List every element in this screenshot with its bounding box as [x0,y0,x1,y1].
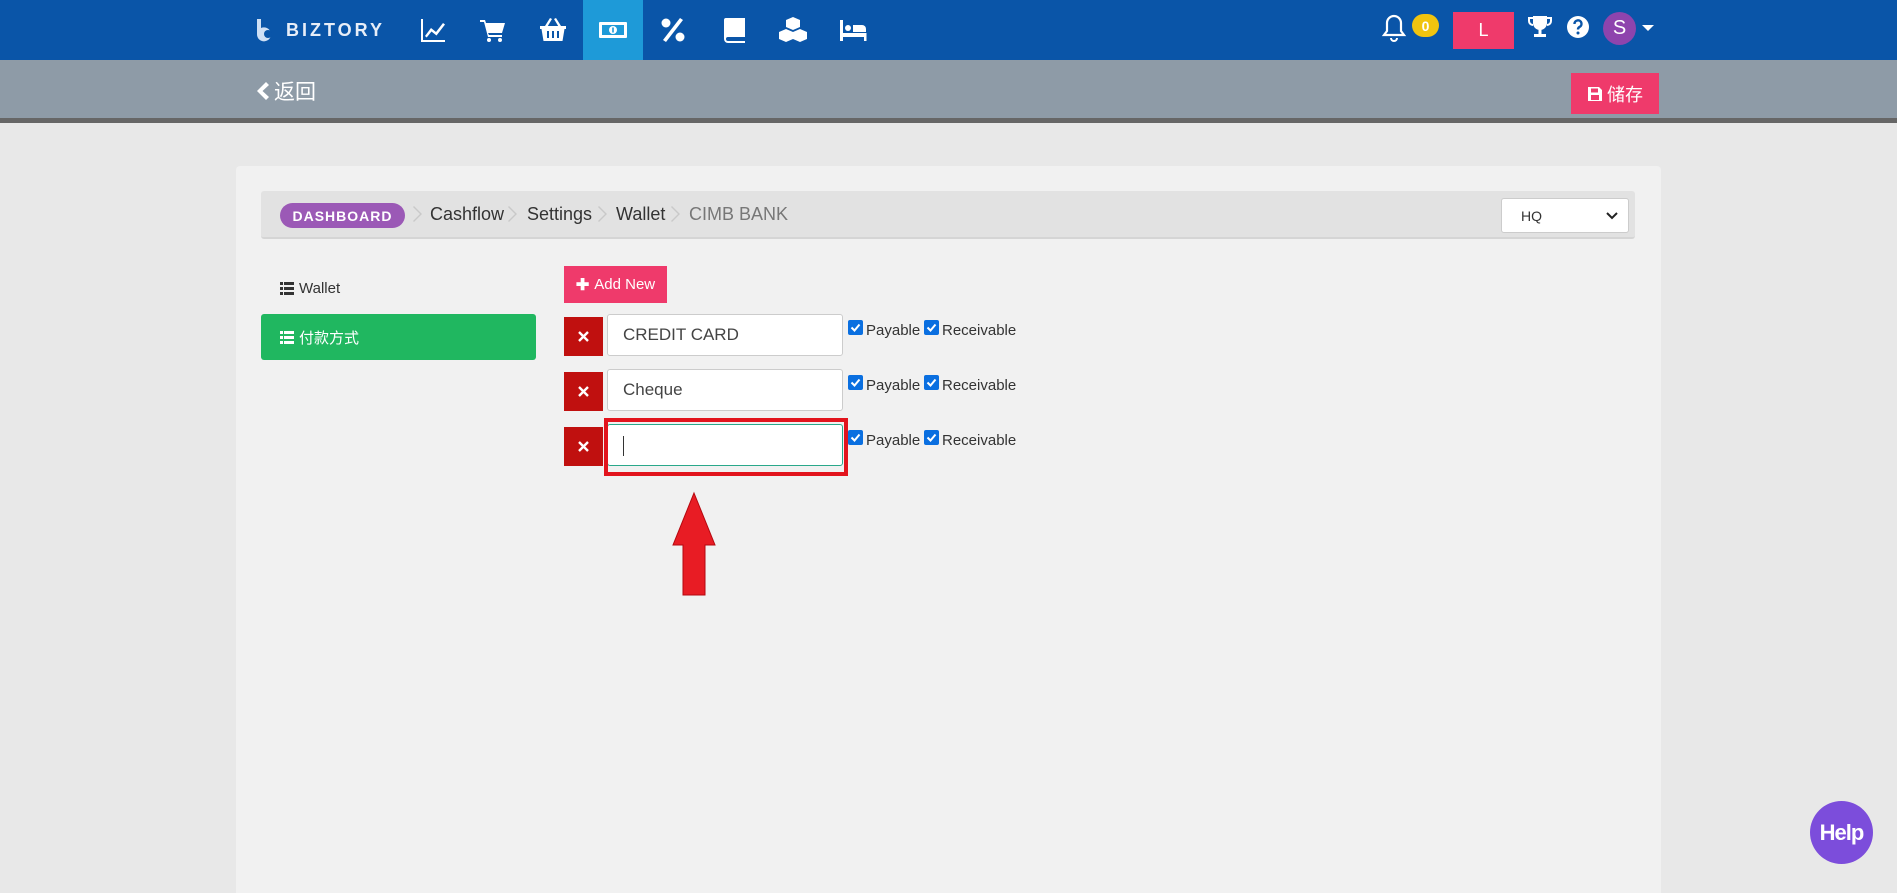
payment-method-input[interactable] [607,314,843,356]
delete-row-button[interactable] [564,427,603,466]
check-icon [926,378,937,387]
receivable-label: Receivable [942,322,1017,339]
brand-logo[interactable]: BIZTORY [254,16,385,44]
module-nav [403,0,883,60]
payment-method-row: Payable Receivable [564,314,1044,359]
list-icon [280,281,294,295]
cubes-icon [779,17,807,42]
close-icon [578,331,589,342]
save-label: 储存 [1607,84,1643,105]
save-button[interactable]: 储存 [1571,73,1659,114]
close-icon [578,441,589,452]
plus-icon: ✚ [575,276,590,294]
payment-method-row: Payable Receivable [564,369,1044,414]
check-icon [850,378,861,387]
check-icon [850,433,861,442]
user-avatar[interactable]: S [1603,12,1636,45]
percent-icon [661,18,685,42]
arrow-up-icon [672,491,716,596]
back-label: 返回 [274,81,316,104]
branch-select[interactable]: HQ [1501,198,1629,233]
chevron-left-icon [257,82,269,100]
payable-label: Payable [866,377,921,394]
nav-inventory[interactable] [763,0,823,60]
check-icon [926,433,937,442]
chevron-right-icon [671,205,681,223]
nav-cashflow[interactable] [583,0,643,60]
check-icon [926,323,937,332]
basket-icon [540,18,566,41]
sidebar-item-wallet[interactable]: Wallet [280,278,340,298]
delete-row-button[interactable] [564,317,603,356]
payable-label: Payable [866,432,921,449]
brand-name: BIZTORY [286,19,386,40]
bell-icon[interactable] [1380,13,1408,43]
delete-row-button[interactable] [564,372,603,411]
breadcrumb-cashflow[interactable]: Cashflow [430,203,504,225]
sidebar-item-payment-methods[interactable]: 付款方式 [261,314,536,360]
breadcrumb-current: CIMB BANK [689,203,789,224]
chevron-right-icon [508,205,518,223]
content-panel [236,166,1661,893]
book-icon [724,18,745,43]
nav-reports[interactable] [403,0,463,60]
trophy-icon[interactable] [1527,14,1553,40]
highlight-box [604,418,848,476]
sidebar-item-label: Wallet [299,279,341,297]
chevron-right-icon [413,205,423,223]
help-widget-button[interactable]: Help [1810,801,1873,864]
location-button[interactable]: L [1453,12,1514,49]
notification-count-badge: 0 [1412,14,1439,37]
sidebar-item-label: 付款方式 [299,329,360,347]
money-bill-icon [599,22,627,38]
branch-select-value: HQ [1521,207,1542,224]
breadcrumb-dashboard[interactable]: DASHBOARD [280,203,405,228]
nav-booking[interactable] [823,0,883,60]
receivable-checkbox[interactable] [924,375,939,390]
caret-down-icon[interactable] [1642,25,1654,31]
nav-accounting[interactable] [703,0,763,60]
nav-sales[interactable] [463,0,523,60]
payable-checkbox[interactable] [848,320,863,335]
nav-tax[interactable] [643,0,703,60]
close-icon [578,386,589,397]
chevron-right-icon [598,205,608,223]
receivable-checkbox[interactable] [924,320,939,335]
check-icon [850,323,861,332]
receivable-label: Receivable [942,377,1017,394]
cart-icon [480,20,505,42]
receivable-checkbox[interactable] [924,430,939,445]
back-button[interactable]: 返回 [254,76,316,106]
floppy-disk-icon [1588,86,1602,101]
payable-checkbox[interactable] [848,430,863,445]
receivable-label: Receivable [942,432,1017,449]
payable-label: Payable [866,322,921,339]
chevron-down-icon [1606,212,1618,220]
breadcrumb-wallet[interactable]: Wallet [616,203,665,225]
help-circle-icon[interactable] [1565,14,1591,40]
payable-checkbox[interactable] [848,375,863,390]
add-new-label: Add New [594,276,656,293]
breadcrumb-settings[interactable]: Settings [527,203,592,225]
payment-method-input[interactable] [607,369,843,411]
add-new-button[interactable]: ✚ Add New [564,266,667,303]
nav-purchase[interactable] [523,0,583,60]
chart-line-icon [421,19,445,42]
list-icon [280,330,294,344]
brand-logo-icon [256,19,272,42]
bed-icon [840,20,867,41]
